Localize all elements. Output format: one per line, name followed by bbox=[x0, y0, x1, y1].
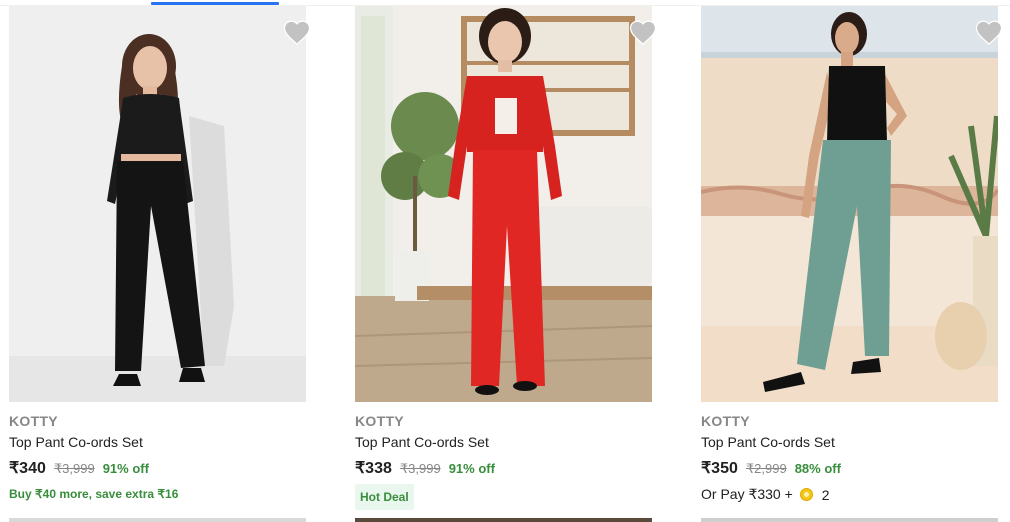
supercoin-icon bbox=[799, 488, 813, 501]
selling-price: ₹338 bbox=[355, 460, 392, 477]
supercoin-count: 2 bbox=[821, 486, 830, 503]
product-card[interactable]: KOTTY Top Pant Co-ords Set ₹350 ₹2,999 8… bbox=[701, 6, 1004, 522]
bundle-offer-text: Buy ₹40 more, save extra ₹16 bbox=[9, 487, 179, 501]
discount-percent: 91% off bbox=[102, 461, 149, 476]
heart-icon[interactable] bbox=[628, 18, 658, 48]
next-row-image-peek bbox=[355, 518, 652, 522]
original-price: ₹3,999 bbox=[399, 461, 441, 476]
selling-price: ₹350 bbox=[701, 460, 738, 477]
product-title[interactable]: Top Pant Co-ords Set bbox=[9, 434, 143, 450]
next-row-image-peek bbox=[701, 518, 998, 522]
price-row: ₹340 ₹3,999 91% off bbox=[9, 458, 149, 478]
heart-icon[interactable] bbox=[282, 18, 312, 48]
next-row-image-peek bbox=[9, 518, 306, 522]
product-brand: KOTTY bbox=[701, 413, 750, 429]
active-tab-indicator bbox=[151, 2, 279, 5]
discount-percent: 88% off bbox=[794, 461, 841, 476]
hot-deal-badge: Hot Deal bbox=[355, 484, 414, 510]
product-image[interactable] bbox=[355, 6, 652, 402]
product-brand: KOTTY bbox=[355, 413, 404, 429]
product-image[interactable] bbox=[9, 6, 306, 402]
product-photo-black-coords bbox=[9, 6, 306, 402]
product-photo-green-coords bbox=[701, 6, 998, 402]
discount-percent: 91% off bbox=[448, 461, 495, 476]
product-title[interactable]: Top Pant Co-ords Set bbox=[355, 434, 489, 450]
product-card[interactable]: KOTTY Top Pant Co-ords Set ₹340 ₹3,999 9… bbox=[9, 6, 312, 522]
product-brand: KOTTY bbox=[9, 413, 58, 429]
pay-price-text: Or Pay ₹330 + bbox=[701, 486, 793, 502]
original-price: ₹2,999 bbox=[745, 461, 787, 476]
heart-icon[interactable] bbox=[974, 18, 1004, 48]
product-photo-red-coords bbox=[355, 6, 652, 402]
price-row: ₹350 ₹2,999 88% off bbox=[701, 458, 841, 478]
product-image[interactable] bbox=[701, 6, 998, 402]
price-row: ₹338 ₹3,999 91% off bbox=[355, 458, 495, 478]
supercoin-pay-option: Or Pay ₹330 + 2 bbox=[701, 486, 830, 503]
product-title[interactable]: Top Pant Co-ords Set bbox=[701, 434, 835, 450]
original-price: ₹3,999 bbox=[53, 461, 95, 476]
selling-price: ₹340 bbox=[9, 460, 46, 477]
product-card[interactable]: KOTTY Top Pant Co-ords Set ₹338 ₹3,999 9… bbox=[355, 6, 658, 522]
